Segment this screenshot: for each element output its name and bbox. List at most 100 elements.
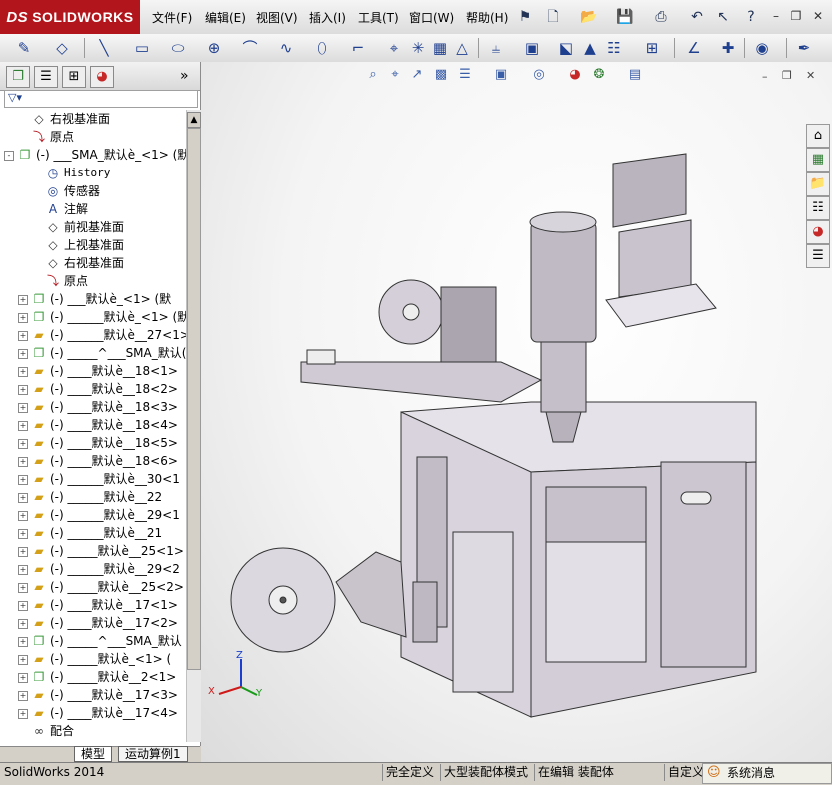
viewport-close-icon[interactable]: ✕ (806, 69, 815, 82)
sketch-icon[interactable]: ✎ (14, 38, 34, 58)
section-view-icon[interactable]: ▩ (432, 66, 450, 84)
tree-item[interactable]: ∞ 配合 (0, 722, 186, 740)
menu-tools[interactable]: 工具(T) (358, 9, 399, 27)
resources-icon[interactable]: ⌂ (806, 124, 830, 148)
offset-icon[interactable]: ⬕ (556, 38, 576, 58)
status-units[interactable]: 自定义 (668, 763, 704, 782)
filter-field[interactable] (4, 90, 198, 108)
expand-panel-icon[interactable]: » (180, 66, 189, 86)
system-messages-button[interactable]: ☺ 系统消息 (702, 763, 832, 784)
expand-icon[interactable]: + (18, 619, 28, 629)
tree-item[interactable]: + ▰ (-) ____默认è__18<1> (0, 362, 186, 380)
tree-item[interactable]: + ▰ (-) _____默认è_<1> ( (0, 650, 186, 668)
expand-icon[interactable]: + (18, 673, 28, 683)
display-style-icon[interactable]: ▣ (492, 66, 510, 84)
tree-item[interactable]: + ▰ (-) ______默认è__27<1> (0, 326, 186, 344)
select-icon[interactable]: ↖ (714, 8, 732, 26)
menu-window[interactable]: 窗口(W) (409, 9, 454, 27)
tree-item[interactable]: + ▰ (-) ____默认è__18<4> (0, 416, 186, 434)
relations-icon[interactable]: ∠ (684, 38, 704, 58)
tree-item[interactable]: + ❐ (-) _____^___SMA_默认( (0, 344, 186, 362)
appearances-scenes-icon[interactable]: ◕ (806, 220, 830, 244)
expand-icon[interactable]: + (18, 583, 28, 593)
edit-appearance-icon[interactable]: ◕ (566, 66, 584, 84)
hide-show-items-icon[interactable]: ◎ (530, 66, 548, 84)
smart-dimension-icon[interactable]: ◇ (52, 38, 72, 58)
collapse-icon[interactable]: - (4, 151, 14, 161)
tree-item[interactable]: + ▰ (-) ____默认è__17<3> (0, 686, 186, 704)
tree-item[interactable]: A 注解 (0, 200, 186, 218)
previous-view-icon[interactable]: ↗ (408, 66, 426, 84)
tree-item[interactable]: + ▰ (-) _____默认è__25<2> (0, 578, 186, 596)
mirror-icon[interactable]: ▲ (580, 38, 600, 58)
tree-item[interactable]: + ▰ (-) ______默认è__29<1 (0, 506, 186, 524)
line-icon[interactable]: ╲ (94, 38, 114, 58)
convert-entities-icon[interactable]: ▣ (522, 38, 542, 58)
tree-item[interactable]: ◇ 右视基准面 (0, 110, 186, 128)
expand-icon[interactable]: + (18, 691, 28, 701)
spline-icon[interactable]: ∿ (276, 38, 296, 58)
configuration-manager-tab-icon[interactable]: ⊞ (62, 66, 86, 88)
tree-item[interactable]: + ❐ (-) ______默认è_<1> (默 (0, 308, 186, 326)
centerline-icon[interactable]: ✳ (408, 38, 428, 58)
tree-item[interactable]: + ▰ (-) ____默认è__17<2> (0, 614, 186, 632)
menu-edit[interactable]: 编辑(E) (205, 9, 246, 27)
close-button[interactable]: ✕ (810, 9, 826, 23)
save-icon[interactable]: 💾 (616, 8, 634, 26)
expand-icon[interactable]: + (18, 655, 28, 665)
arc-icon[interactable]: ⌒ (240, 38, 260, 58)
feature-manager-tab-icon[interactable]: ❐ (6, 66, 30, 88)
move-entities-icon[interactable]: ⊞ (642, 38, 662, 58)
repair-sketch-icon[interactable]: ✚ (718, 38, 738, 58)
expand-icon[interactable]: + (18, 529, 28, 539)
tree-item[interactable]: ◷ History (0, 164, 186, 182)
fillet-icon[interactable]: ⌐ (348, 38, 368, 58)
pin-icon[interactable]: ⚑ (516, 8, 534, 26)
rectangle-icon[interactable]: ▭ (132, 38, 152, 58)
tree-item[interactable]: ⤵ 原点 (0, 128, 186, 146)
slot-icon[interactable]: ⬭ (168, 38, 188, 58)
tree-item[interactable]: + ❐ (-) _____默认è__2<1> (0, 668, 186, 686)
viewport-minimize-icon[interactable]: – (762, 70, 768, 83)
expand-icon[interactable]: + (18, 295, 28, 305)
expand-icon[interactable]: + (18, 403, 28, 413)
expand-icon[interactable]: + (18, 385, 28, 395)
custom-properties-icon[interactable]: ☰ (806, 244, 830, 268)
property-manager-tab-icon[interactable]: ☰ (34, 66, 58, 88)
menu-insert[interactable]: 插入(I) (309, 9, 346, 27)
tree-item[interactable]: + ▰ (-) ____默认è__18<3> (0, 398, 186, 416)
scene-icon[interactable]: ❂ (590, 66, 608, 84)
view-orientation-icon[interactable]: ☰ (456, 66, 474, 84)
expand-icon[interactable]: + (18, 493, 28, 503)
tree-item[interactable]: ◇ 上视基准面 (0, 236, 186, 254)
quick-snaps-icon[interactable]: ◉ (752, 38, 772, 58)
design-library-icon[interactable]: ▦ (806, 148, 830, 172)
menu-file[interactable]: 文件(F) (152, 9, 192, 27)
tree-item[interactable]: + ▰ (-) ______默认è__29<2 (0, 560, 186, 578)
expand-icon[interactable]: + (18, 349, 28, 359)
help-icon[interactable]: ? (742, 8, 760, 26)
restore-button[interactable]: ❐ (788, 9, 804, 23)
expand-icon[interactable]: + (18, 601, 28, 611)
new-document-icon[interactable]: 🗋 (544, 8, 562, 26)
pattern-icon[interactable]: ☷ (604, 38, 624, 58)
expand-icon[interactable]: + (18, 475, 28, 485)
tree-item[interactable]: + ▰ (-) ____默认è__18<5> (0, 434, 186, 452)
tree-item[interactable]: + ▰ (-) ____默认è__18<2> (0, 380, 186, 398)
tree-item[interactable]: + ▰ (-) _____默认è__25<1> (0, 542, 186, 560)
tree-item[interactable]: + ▰ (-) ____默认è__17<4> (0, 704, 186, 722)
expand-icon[interactable]: + (18, 565, 28, 575)
scroll-up-icon[interactable]: ▲ (187, 112, 201, 128)
tree-item[interactable]: + ❐ (-) _____^___SMA_默认 (0, 632, 186, 650)
view-palette-icon[interactable]: ☷ (806, 196, 830, 220)
circle-icon[interactable]: ⊕ (204, 38, 224, 58)
graphics-viewport[interactable] (201, 62, 832, 762)
tree-item[interactable]: + ▰ (-) ______默认è__21 (0, 524, 186, 542)
print-icon[interactable]: ⎙ (652, 8, 670, 26)
tree-item[interactable]: + ❐ (-) ___默认è_<1> (默 (0, 290, 186, 308)
zoom-to-area-icon[interactable]: ⌖ (386, 66, 404, 84)
plane-icon[interactable]: △ (452, 38, 472, 58)
scrollbar-thumb[interactable] (187, 128, 201, 670)
expand-icon[interactable]: + (18, 367, 28, 377)
tree-item[interactable]: + ▰ (-) ______默认è__30<1 (0, 470, 186, 488)
